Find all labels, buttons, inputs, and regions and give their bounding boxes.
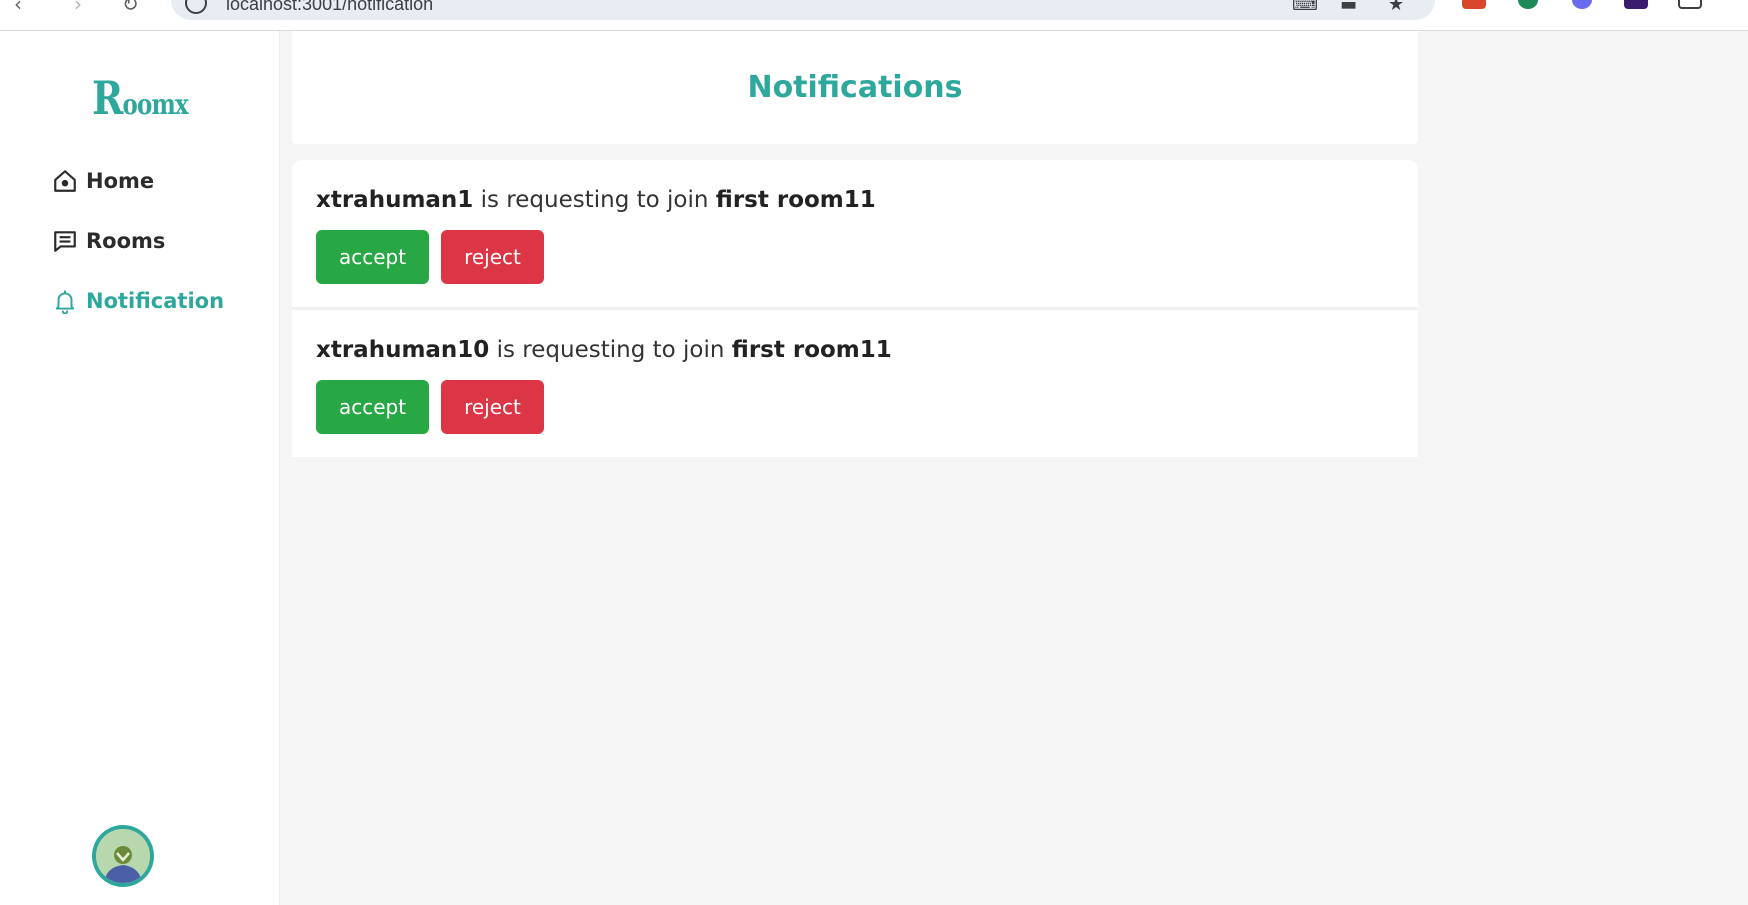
site-info-icon[interactable] bbox=[185, 0, 207, 14]
sidebar-item-label: Notification bbox=[86, 289, 225, 313]
avatar-figure-icon bbox=[96, 829, 150, 883]
page-header: Notifications bbox=[292, 31, 1418, 144]
reject-button[interactable]: reject bbox=[441, 230, 544, 284]
bookmark-star-icon[interactable]: ★ bbox=[1388, 0, 1404, 15]
extension-icon[interactable] bbox=[1572, 0, 1592, 9]
sidebar: Roomx Home Rooms Notification bbox=[0, 31, 280, 905]
request-message: is requesting to join bbox=[489, 337, 732, 363]
app-logo[interactable]: Roomx bbox=[92, 71, 189, 125]
accept-button[interactable]: accept bbox=[316, 380, 429, 434]
main-content: Notifications xtrahuman1 is requesting t… bbox=[292, 31, 1418, 457]
sidebar-item-label: Rooms bbox=[86, 229, 166, 253]
request-message: is requesting to join bbox=[473, 187, 716, 213]
sidebar-item-notification[interactable]: Notification bbox=[52, 271, 224, 331]
forward-icon[interactable]: › bbox=[74, 0, 82, 16]
cast-icon[interactable]: ▬ bbox=[1340, 0, 1357, 15]
chat-icon bbox=[54, 231, 76, 252]
sidebar-item-home[interactable]: Home bbox=[52, 151, 224, 211]
notification-actions: accept reject bbox=[316, 230, 1394, 284]
avatar-image bbox=[96, 829, 150, 883]
extension-icon[interactable] bbox=[1624, 0, 1648, 9]
sidebar-item-rooms[interactable]: Rooms bbox=[52, 211, 224, 271]
notification-text: xtrahuman10 is requesting to join first … bbox=[316, 334, 1394, 366]
translate-icon[interactable]: ⌨ bbox=[1292, 0, 1318, 15]
accept-button[interactable]: accept bbox=[316, 230, 429, 284]
notification-text: xtrahuman1 is requesting to join first r… bbox=[316, 184, 1394, 216]
sidebar-item-label: Home bbox=[86, 169, 155, 193]
notification-item: xtrahuman1 is requesting to join first r… bbox=[292, 160, 1418, 310]
back-icon[interactable]: ‹ bbox=[14, 0, 22, 16]
url-text[interactable]: localhost:3001/notification bbox=[226, 0, 433, 15]
extension-icon[interactable] bbox=[1518, 0, 1538, 9]
notification-actions: accept reject bbox=[316, 380, 1394, 434]
extension-icon[interactable] bbox=[1462, 0, 1486, 9]
bell-icon bbox=[55, 290, 75, 314]
room-name: first room11 bbox=[731, 337, 892, 363]
logo-rest: oomx bbox=[122, 88, 189, 121]
reload-icon[interactable]: ↻ bbox=[122, 0, 139, 16]
room-name: first room11 bbox=[715, 187, 876, 213]
notification-item: xtrahuman10 is requesting to join first … bbox=[292, 310, 1418, 457]
notification-list: xtrahuman1 is requesting to join first r… bbox=[292, 160, 1418, 457]
page-title: Notifications bbox=[747, 70, 963, 105]
requesting-user: xtrahuman1 bbox=[316, 187, 474, 213]
side-panel-icon[interactable] bbox=[1678, 0, 1702, 9]
logo-initial: R bbox=[92, 71, 123, 125]
requesting-user: xtrahuman10 bbox=[316, 337, 490, 363]
user-avatar[interactable] bbox=[92, 825, 154, 887]
sidebar-nav: Home Rooms Notification bbox=[52, 151, 224, 331]
reject-button[interactable]: reject bbox=[441, 380, 544, 434]
home-icon bbox=[54, 170, 76, 192]
address-bar[interactable]: localhost:3001/notification bbox=[171, 0, 1435, 20]
browser-toolbar: ‹ › ↻ localhost:3001/notification ⌨ ▬ ★ bbox=[0, 0, 1748, 31]
